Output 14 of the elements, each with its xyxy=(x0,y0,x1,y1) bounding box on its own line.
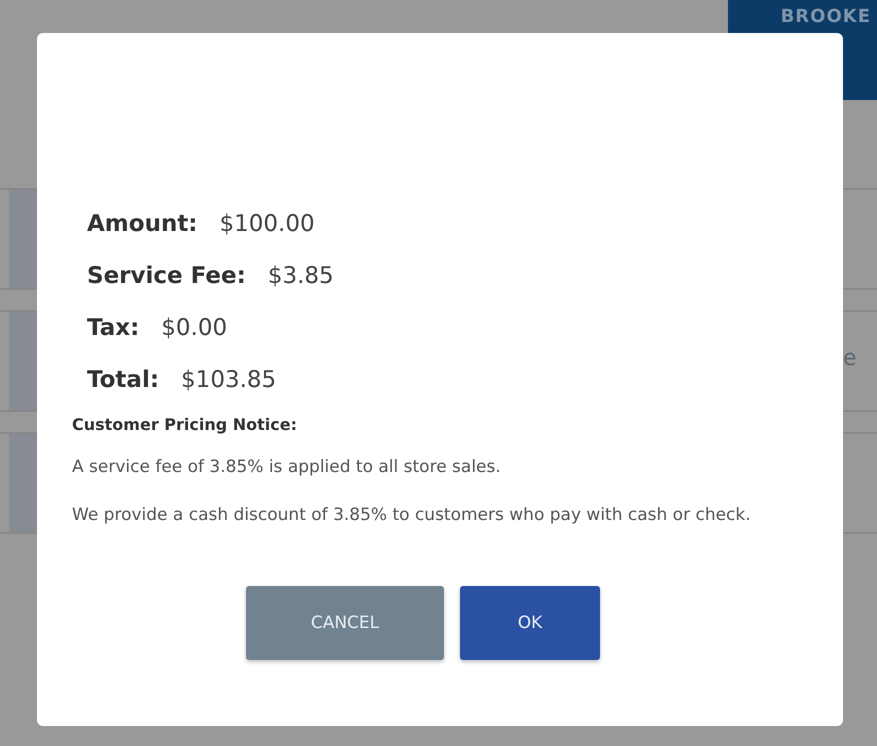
notice-title: Customer Pricing Notice: xyxy=(72,415,298,434)
summary-value: $3.85 xyxy=(268,263,334,289)
summary-value: $0.00 xyxy=(161,315,228,341)
summary-value: $100.00 xyxy=(220,211,315,237)
summary-label: Service Fee: xyxy=(87,263,246,289)
notice-text: A service fee of 3.85% is applied to all store sales. xyxy=(72,456,502,479)
summary-label: Amount: xyxy=(87,211,198,237)
notice-text: We provide a cash discount of 3.85% to customers who pay with cash or check. xyxy=(72,504,752,527)
row-text: e xyxy=(843,346,857,371)
cancel-button[interactable]: CANCEL xyxy=(246,586,444,660)
ok-button[interactable]: OK xyxy=(460,586,600,660)
summary-label: Total: xyxy=(87,367,160,393)
summary-value: $103.85 xyxy=(181,367,276,393)
summary-label: Tax: xyxy=(87,315,140,341)
